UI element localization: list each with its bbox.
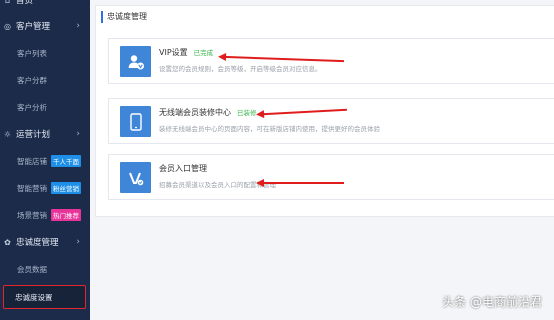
feature-badge: 热门推荐	[51, 209, 81, 221]
sidebar-section-label: 运营计划	[16, 130, 51, 140]
status-badge: 已完成	[193, 49, 214, 57]
mobile-phone-icon	[120, 106, 151, 137]
card-wireless-member-center[interactable]: 无线端会员装修中心 已装修 装修无线端会员中心的页面内容，可在新版店铺内使用，提供…	[108, 98, 554, 144]
card-member-entry[interactable]: 会员入口管理 招募会员渠道以及会员入口的配置和管理	[108, 154, 554, 200]
page-title: 忠诚度管理	[101, 11, 147, 23]
feature-badge: 千人千面	[51, 155, 81, 167]
sidebar-section-loyalty[interactable]: ✿ 忠诚度管理 ›	[0, 231, 90, 253]
bulb-icon: ☼	[3, 129, 12, 139]
chevron-right-icon: ›	[76, 21, 80, 31]
card-title-text: 会员入口管理	[159, 164, 207, 173]
sidebar-item-label: 客户列表	[17, 48, 47, 58]
card-title-text: VIP设置	[159, 48, 188, 57]
card-title: VIP设置 已完成	[159, 47, 213, 58]
card-description: 装修无线端会员中心的页面内容，可在新版店铺内使用，提供更好的会员体验	[159, 125, 380, 133]
sidebar-item-label: 智能店铺	[17, 156, 47, 166]
sidebar-item-label: 会员数据	[17, 264, 47, 274]
sidebar-item-loyalty-settings[interactable]: 忠诚度设置	[3, 285, 86, 309]
status-badge: 已装修	[237, 109, 257, 117]
chevron-right-icon: ›	[76, 237, 80, 247]
watermark: 头条 @电商前沿君	[442, 295, 542, 309]
sidebar-section-label: 忠诚度管理	[16, 238, 59, 248]
annotation-arrow	[256, 179, 344, 187]
gear-icon: ✿	[4, 237, 11, 247]
sidebar-item-home[interactable]: ⌂ 首页	[0, 0, 90, 11]
sidebar-item-label: 客户分群	[17, 75, 47, 85]
sidebar-section-customer[interactable]: ◎ 客户管理 ›	[0, 15, 90, 37]
vip-user-icon	[120, 46, 151, 77]
card-title-text: 无线端会员装修中心	[159, 108, 231, 117]
home-icon: ⌂	[4, 0, 11, 5]
users-icon: ◎	[4, 21, 11, 31]
card-description: 设置您的会员规则，会员等级，开启等级会员对应信息。	[159, 65, 322, 73]
card-title: 会员入口管理	[159, 163, 207, 174]
sidebar: ⌂ 首页 ◎ 客户管理 › 客户列表 客户分群 客户分析 ☼ 运营计划 › 智能…	[0, 0, 90, 320]
sidebar-item-label: 首页	[16, 0, 34, 6]
card-title: 无线端会员装修中心 已装修	[159, 107, 257, 118]
sidebar-item-label: 客户分析	[17, 102, 47, 112]
sidebar-item-label: 智能营销	[17, 183, 47, 193]
feature-badge: 粉丝营销	[51, 182, 81, 194]
sidebar-item-label: 忠诚度设置	[15, 292, 53, 302]
sidebar-section-label: 客户管理	[16, 22, 51, 32]
main-content: 忠诚度管理 VIP设置 已完成 设置您的会员规则，会员等级，开启等级会员对应信息。	[90, 0, 554, 320]
chevron-right-icon: ›	[76, 129, 80, 139]
sidebar-item-label: 场景营销	[17, 210, 47, 220]
entry-icon	[120, 162, 151, 193]
sidebar-section-operations[interactable]: ☼ 运营计划 ›	[0, 123, 90, 145]
